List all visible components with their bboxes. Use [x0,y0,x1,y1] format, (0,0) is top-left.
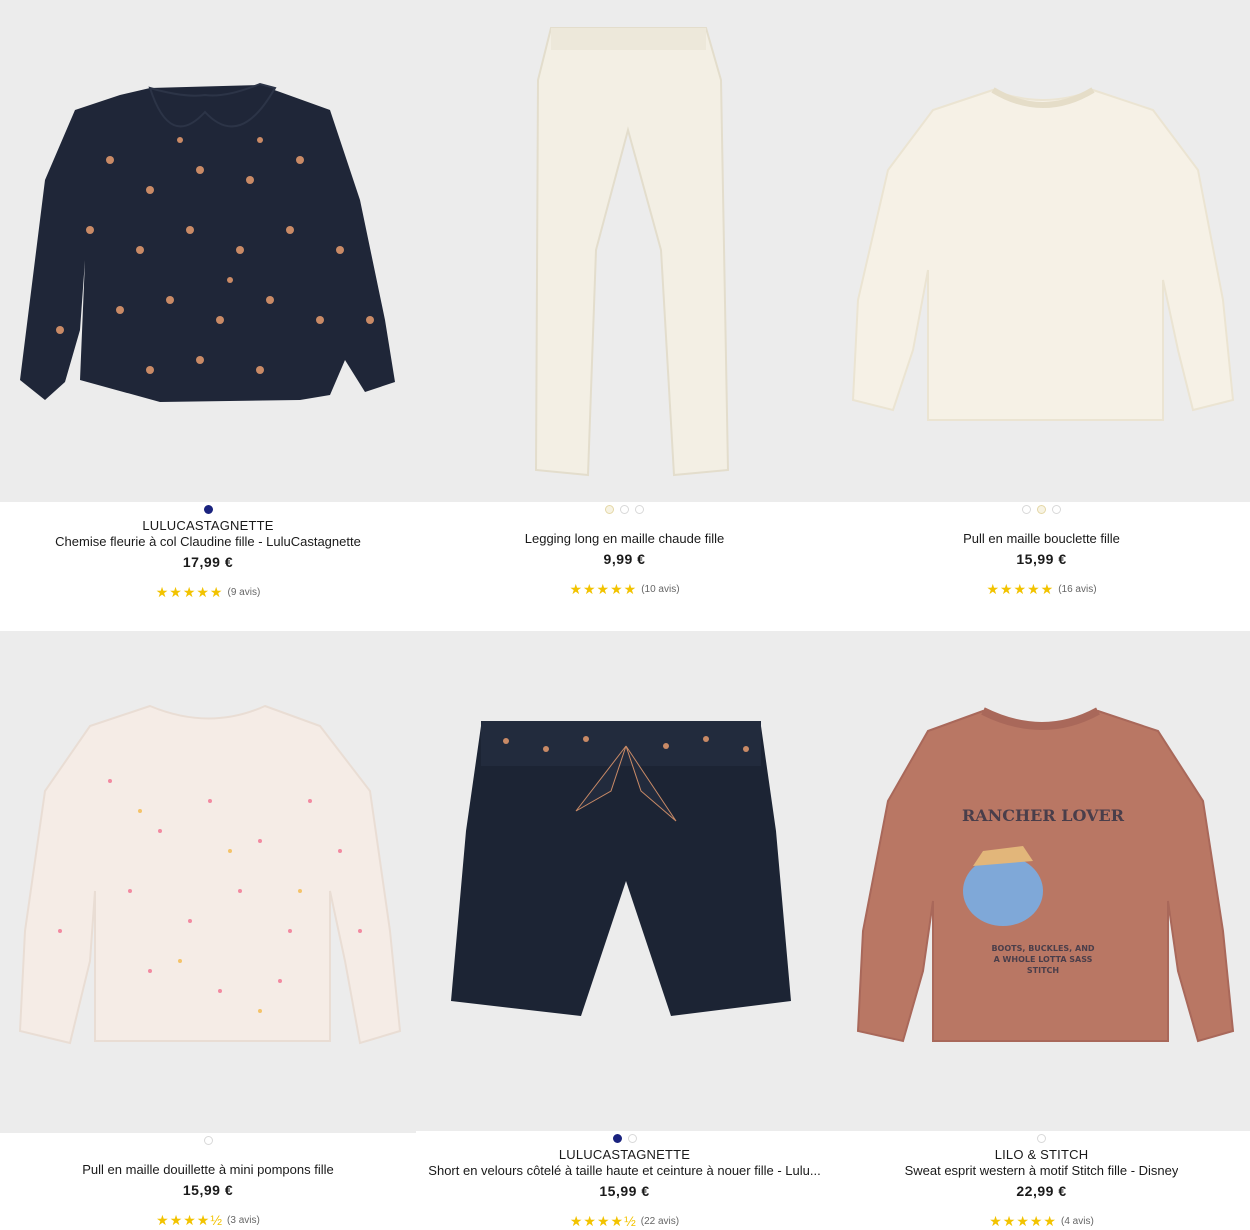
rating-stars: ★★★★½ [569,1213,637,1229]
product-card[interactable]: LULUCASTAGNETTE Short en velours côtelé … [416,631,833,1230]
color-swatches [1022,505,1061,515]
swatch-white[interactable] [1052,505,1061,514]
product-brand: LULUCASTAGNETTE [558,1147,691,1162]
product-price: 15,99 € [599,1183,650,1199]
product-name[interactable]: Pull en maille douillette à mini pompons… [82,1162,333,1178]
swatch-white[interactable] [1022,505,1031,514]
print-rancher: RANCHER LOVER [962,806,1125,825]
product-card[interactable]: LULUCASTAGNETTE Chemise fleurie à col Cl… [0,0,416,631]
product-rating[interactable]: ★★★★★ (10 avis) [569,581,679,598]
swatch-white[interactable] [620,505,629,514]
print-tagline-1: BOOTS, BUCKLES, AND [991,944,1094,953]
color-swatches [1037,1134,1046,1144]
product-rating[interactable]: ★★★★½ (3 avis) [156,1212,260,1229]
product-price: 15,99 € [1016,551,1067,567]
rating-stars: ★★★★★ [989,1213,1057,1229]
review-count: (22 avis) [640,1216,680,1227]
product-rating[interactable]: ★★★★★ (9 avis) [156,584,261,601]
floral-blouse-image [20,82,395,402]
swatch-white[interactable] [203,1136,213,1145]
product-image[interactable] [416,0,833,502]
review-count: (16 avis) [1058,584,1097,595]
product-name[interactable]: Legging long en maille chaude fille [525,531,724,547]
rating-stars: ★★★★★ [986,581,1055,597]
product-name[interactable]: Sweat esprit western à motif Stitch fill… [905,1163,1179,1179]
color-swatches [203,505,213,515]
product-card[interactable]: Pull en maille douillette à mini pompons… [0,631,416,1230]
product-card[interactable]: Pull en maille bouclette fille 15,99 € ★… [833,0,1250,631]
rating-stars: ★★★★★ [155,584,224,600]
stitch-sweatshirt-image: RANCHER LOVER BOOTS, BUCKLES, AND A WHOL… [856,707,1235,1043]
product-image[interactable] [0,0,416,502]
color-swatches [605,505,644,515]
legging-image [534,27,730,477]
color-swatches [612,1134,637,1144]
product-price: 15,99 € [182,1182,234,1198]
product-grid: LULUCASTAGNETTE Chemise fleurie à col Cl… [0,0,1250,1230]
review-count: (4 avis) [1060,1216,1094,1227]
product-name[interactable]: Pull en maille bouclette fille [963,531,1120,547]
corduroy-shorts-image [451,721,791,1016]
product-brand: LULUCASTAGNETTE [142,518,274,533]
swatch-white[interactable] [627,1134,637,1143]
swatch-navy[interactable] [203,505,213,514]
pompom-sweater-image [18,704,402,1045]
product-image[interactable] [833,0,1250,502]
product-rating[interactable]: ★★★★★ (4 avis) [989,1213,1094,1230]
color-swatches [203,1136,213,1146]
product-image[interactable] [416,631,833,1131]
swatch-white[interactable] [1037,1134,1046,1143]
swatch-white[interactable] [635,505,644,514]
review-count: (10 avis) [641,584,680,595]
product-name[interactable]: Chemise fleurie à col Claudine fille - L… [55,534,361,550]
product-card[interactable]: RANCHER LOVER BOOTS, BUCKLES, AND A WHOL… [833,631,1250,1230]
review-count: (9 avis) [227,587,261,598]
product-rating[interactable]: ★★★★½ (22 avis) [570,1213,679,1230]
swatch-cream[interactable] [1037,505,1046,514]
rating-stars: ★★★★★ [569,581,638,597]
product-image[interactable]: RANCHER LOVER BOOTS, BUCKLES, AND A WHOL… [833,631,1250,1131]
rating-stars: ★★★★½ [156,1212,224,1228]
product-name[interactable]: Short en velours côtelé à taille haute e… [428,1163,820,1179]
boucle-sweater-image [851,87,1235,421]
swatch-cream[interactable] [605,505,614,514]
product-card[interactable]: Legging long en maille chaude fille 9,99… [416,0,833,631]
swatch-navy[interactable] [612,1134,622,1143]
product-price: 9,99 € [603,551,646,567]
product-brand: LILO & STITCH [994,1147,1089,1162]
print-tagline-2: A WHOLE LOTTA SASS [994,955,1093,964]
review-count: (3 avis) [227,1215,260,1226]
print-tagline-3: STITCH [1027,966,1059,975]
product-rating[interactable]: ★★★★★ (16 avis) [986,581,1096,598]
product-image[interactable] [0,631,416,1133]
product-price: 17,99 € [182,554,234,570]
product-price: 22,99 € [1016,1183,1067,1199]
